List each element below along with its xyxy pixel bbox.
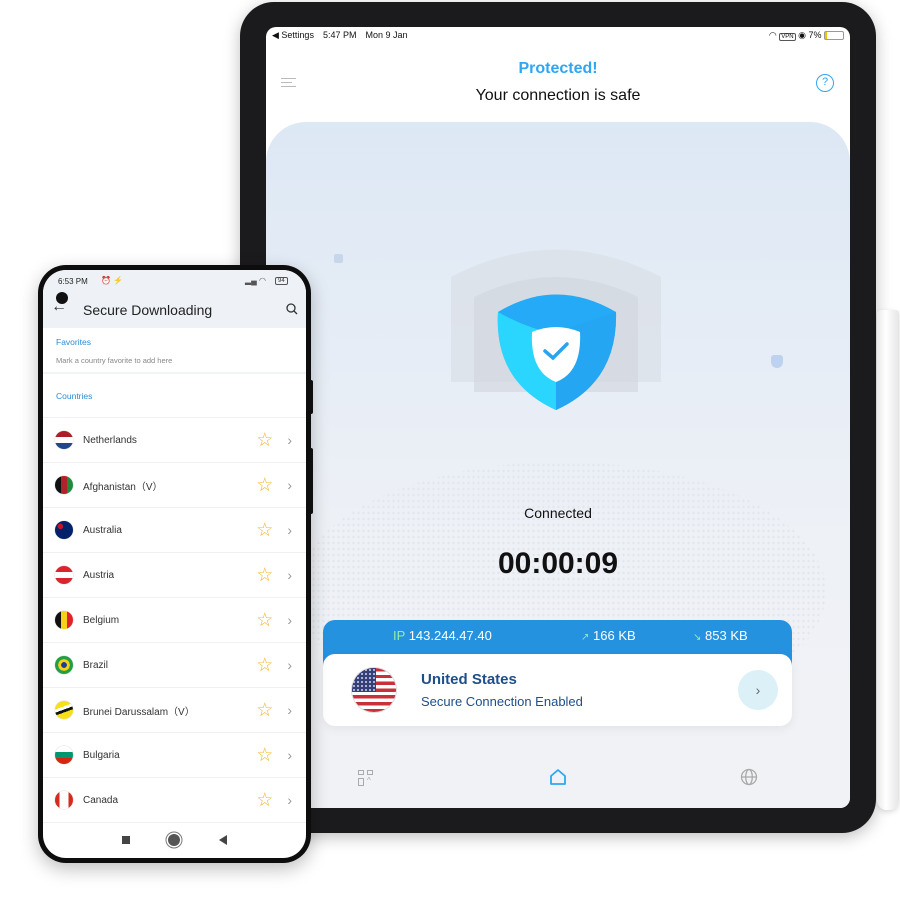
flag-bn-icon [55, 701, 73, 719]
phone-screen: 6:53 PM ⏰ ⚡ ▂▄ ◠ 94 ← Secure Downloading… [43, 270, 306, 858]
country-row[interactable]: Brazil ☆ › [43, 643, 306, 688]
star-icon[interactable]: ☆ [256, 656, 273, 675]
recents-button[interactable] [122, 836, 131, 844]
help-icon[interactable]: ? [816, 74, 834, 92]
connection-status: Connected [524, 505, 592, 521]
globe-icon[interactable] [740, 768, 758, 786]
ip-address: IP 143.244.47.40 [393, 628, 492, 643]
menu-icon[interactable] [281, 78, 296, 87]
country-row[interactable]: Brunei Darussalam（V） ☆ › [43, 688, 306, 733]
country-name: Brunei Darussalam（V） [83, 706, 195, 718]
phone-status-time: 6:53 PM [58, 277, 88, 286]
nav-apps[interactable]: ^ [358, 770, 374, 786]
status-date: Mon 9 Jan [365, 29, 408, 40]
battery-icon [824, 30, 844, 40]
flag-br-icon [55, 656, 73, 674]
favorites-title: Favorites [56, 337, 91, 347]
home-button[interactable] [168, 834, 181, 846]
tablet-device: ◀ Settings 5:47 PM Mon 9 Jan ◠ VPN ◉ 7% Pr… [240, 2, 876, 833]
chevron-right-icon[interactable]: › [287, 792, 292, 808]
download-arrow-icon: ↘ [693, 632, 702, 643]
download-stat: ↘ 853 KB [693, 628, 748, 643]
star-icon[interactable]: ☆ [256, 476, 273, 495]
tablet-status-bar: ◀ Settings 5:47 PM Mon 9 Jan ◠ VPN ◉ 7% [266, 27, 850, 43]
chevron-right-icon[interactable]: › [287, 612, 292, 628]
flag-ca-icon [55, 791, 73, 809]
page-title: Protected! [518, 60, 598, 77]
country-name: Netherlands [83, 434, 137, 446]
flag-at-icon [55, 566, 73, 584]
battery-icon: 94 [275, 277, 288, 285]
star-icon[interactable]: ☆ [256, 566, 273, 585]
country-row[interactable]: Canada ☆ › [43, 778, 306, 823]
country-row[interactable]: Australia ☆ › [43, 508, 306, 553]
chevron-right-icon[interactable]: › [287, 747, 292, 763]
chevron-right-icon[interactable]: › [287, 657, 292, 673]
upload-stat: ↗ 166 KB [581, 628, 636, 643]
location-country: United States [421, 671, 517, 688]
home-icon[interactable] [549, 768, 567, 786]
star-icon[interactable]: ☆ [256, 431, 273, 450]
country-name: Austria [83, 569, 115, 581]
lock-float-icon [334, 254, 343, 263]
battery-level: 7% [808, 29, 822, 40]
star-icon[interactable]: ☆ [256, 746, 273, 765]
country-name: Afghanistan（V） [83, 481, 163, 493]
country-row[interactable]: Belgium ☆ › [43, 598, 306, 643]
country-name: Canada [83, 794, 119, 806]
back-to-settings[interactable]: ◀ Settings [272, 30, 314, 40]
country-row[interactable]: Afghanistan（V） ☆ › [43, 463, 306, 508]
star-icon[interactable]: ☆ [256, 521, 273, 540]
star-icon[interactable]: ☆ [256, 791, 273, 810]
phone-page-title: Secure Downloading [83, 302, 213, 318]
flag-be-icon [55, 611, 73, 629]
country-row[interactable]: Netherlands ☆ › [43, 418, 306, 463]
chevron-right-icon[interactable]: › [287, 522, 292, 538]
star-icon[interactable]: ☆ [256, 611, 273, 630]
country-name: Bulgaria [83, 749, 120, 761]
us-flag-icon [352, 668, 396, 712]
location-chevron-button[interactable]: › [738, 670, 778, 710]
divider [43, 372, 306, 374]
connection-timer: 00:00:09 [497, 547, 619, 580]
flag-bg-icon [55, 746, 73, 764]
vpn-badge: VPN [779, 32, 796, 41]
alarm-icon: ⏰ ⚡ [101, 276, 124, 285]
location-card[interactable]: United States Secure Connection Enabled … [323, 654, 792, 726]
back-arrow-icon[interactable]: ← [51, 298, 67, 316]
country-row[interactable]: Bulgaria ☆ › [43, 733, 306, 778]
shield-icon[interactable] [446, 232, 666, 422]
upload-arrow-icon: ↗ [581, 632, 590, 643]
countries-title: Countries [56, 391, 93, 401]
android-nav-bar [43, 822, 306, 858]
chevron-right-icon[interactable]: › [287, 477, 292, 493]
location-status: Secure Connection Enabled [421, 694, 583, 709]
wifi-icon: ◠ [768, 29, 777, 40]
chevron-right-icon[interactable]: › [287, 567, 292, 583]
phone-device: 6:53 PM ⏰ ⚡ ▂▄ ◠ 94 ← Secure Downloading… [38, 265, 311, 863]
status-time: 5:47 PM [322, 29, 357, 40]
flag-af-icon [55, 476, 73, 494]
chevron-right-icon[interactable]: › [287, 432, 292, 448]
page-subtitle: Your connection is safe [475, 87, 641, 104]
favorites-hint: Mark a country favorite to add here [56, 356, 173, 365]
shield-float-icon [771, 355, 783, 368]
flag-nl-icon [55, 431, 73, 449]
flag-au-icon [55, 521, 73, 539]
back-button[interactable] [218, 835, 227, 845]
country-name: Belgium [83, 614, 120, 626]
star-icon[interactable]: ☆ [256, 701, 273, 720]
signal-wifi-icon: ▂▄ ◠ [245, 276, 267, 285]
connection-panel: Connected 00:00:09 IP 143.244.47.40 ↗ 16… [266, 122, 850, 808]
tablet-screen: ◀ Settings 5:47 PM Mon 9 Jan ◠ VPN ◉ 7% Pr… [266, 27, 850, 808]
lock-rotation-icon: ◉ [798, 29, 806, 40]
search-icon[interactable] [286, 303, 298, 315]
country-row[interactable]: Austria ☆ › [43, 553, 306, 598]
chevron-right-icon[interactable]: › [287, 702, 292, 718]
country-name: Australia [83, 524, 122, 536]
country-name: Brazil [83, 659, 109, 671]
stylus-pencil [877, 310, 899, 810]
